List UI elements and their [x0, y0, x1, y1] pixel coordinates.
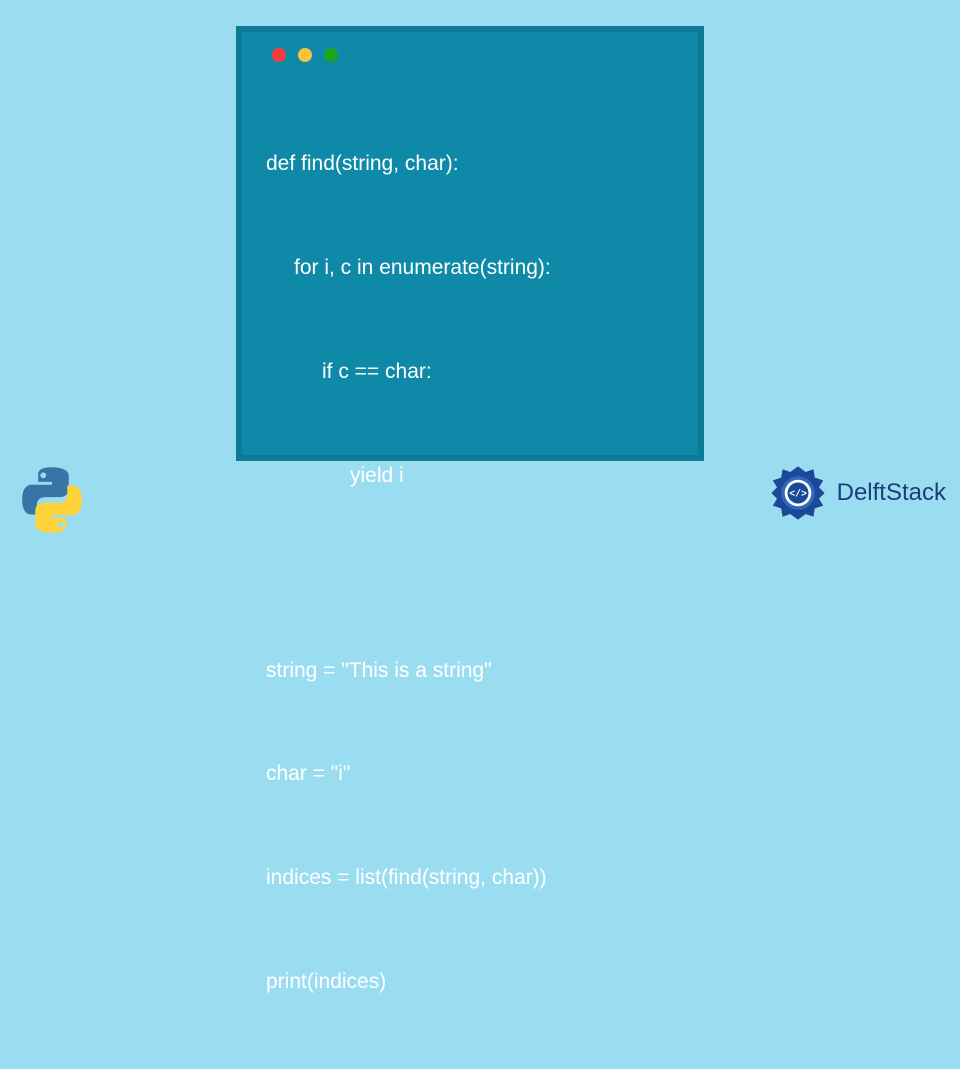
brand-text: DelftStack [837, 479, 946, 507]
brand-name-part1: Delft [837, 479, 886, 506]
maximize-dot-icon [324, 48, 338, 62]
delftstack-emblem-icon: </> [763, 458, 833, 528]
svg-text:</>: </> [789, 489, 807, 500]
code-line: string = "This is a string" [266, 654, 674, 688]
brand-name-part2: Stack [886, 479, 946, 506]
code-gap [266, 562, 674, 586]
code-line: if c == char: [266, 355, 674, 389]
code-line: char = "i" [266, 757, 674, 791]
code-line: print(indices) [266, 965, 674, 999]
code-content: def find(string, char): for i, c in enum… [266, 80, 674, 1069]
code-card: def find(string, char): for i, c in enum… [236, 26, 704, 461]
code-line: def find(string, char): [266, 147, 674, 181]
minimize-dot-icon [298, 48, 312, 62]
code-line: indices = list(find(string, char)) [266, 861, 674, 895]
window-controls [266, 48, 674, 62]
python-logo-icon [12, 460, 92, 540]
code-line: for i, c in enumerate(string): [266, 251, 674, 285]
delftstack-logo: </> DelftStack [763, 458, 946, 528]
close-dot-icon [272, 48, 286, 62]
code-line: yield i [266, 459, 674, 493]
